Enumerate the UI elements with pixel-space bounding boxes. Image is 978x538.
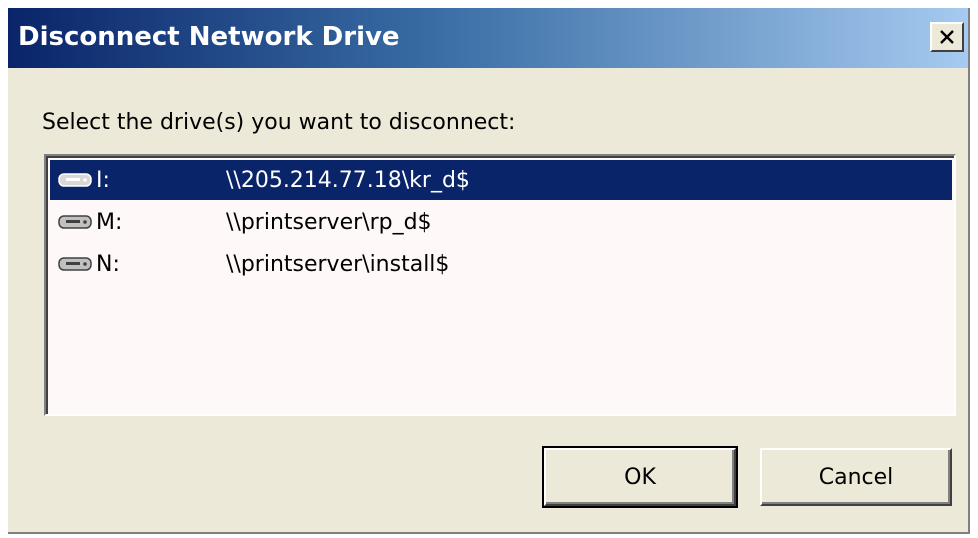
title-bar[interactable]: Disconnect Network Drive [8, 8, 968, 68]
instruction-label: Select the drive(s) you want to disconne… [42, 110, 516, 135]
network-drive-icon [58, 170, 94, 190]
drive-path: \\205.214.77.18\kr_d$ [226, 167, 470, 193]
drive-path: \\printserver\install$ [226, 251, 450, 277]
close-icon [939, 30, 955, 44]
disconnect-dialog: Disconnect Network Drive Select the driv… [8, 8, 970, 534]
drive-list[interactable]: I: \\205.214.77.18\kr_d$ M: \\printserve… [44, 154, 956, 416]
network-drive-icon [58, 254, 94, 274]
cancel-button[interactable]: Cancel [760, 448, 952, 506]
drive-letter: I: [96, 167, 110, 193]
ok-button[interactable]: OK [542, 446, 738, 508]
close-button[interactable] [930, 22, 964, 52]
drive-path: \\printserver\rp_d$ [226, 209, 432, 235]
drive-letter: N: [96, 251, 120, 277]
window-title: Disconnect Network Drive [18, 22, 400, 52]
drive-row-i[interactable]: I: \\205.214.77.18\kr_d$ [50, 160, 952, 200]
network-drive-icon [58, 212, 94, 232]
drive-row-n[interactable]: N: \\printserver\install$ [50, 244, 952, 284]
drive-row-m[interactable]: M: \\printserver\rp_d$ [50, 202, 952, 242]
drive-letter: M: [96, 209, 123, 235]
